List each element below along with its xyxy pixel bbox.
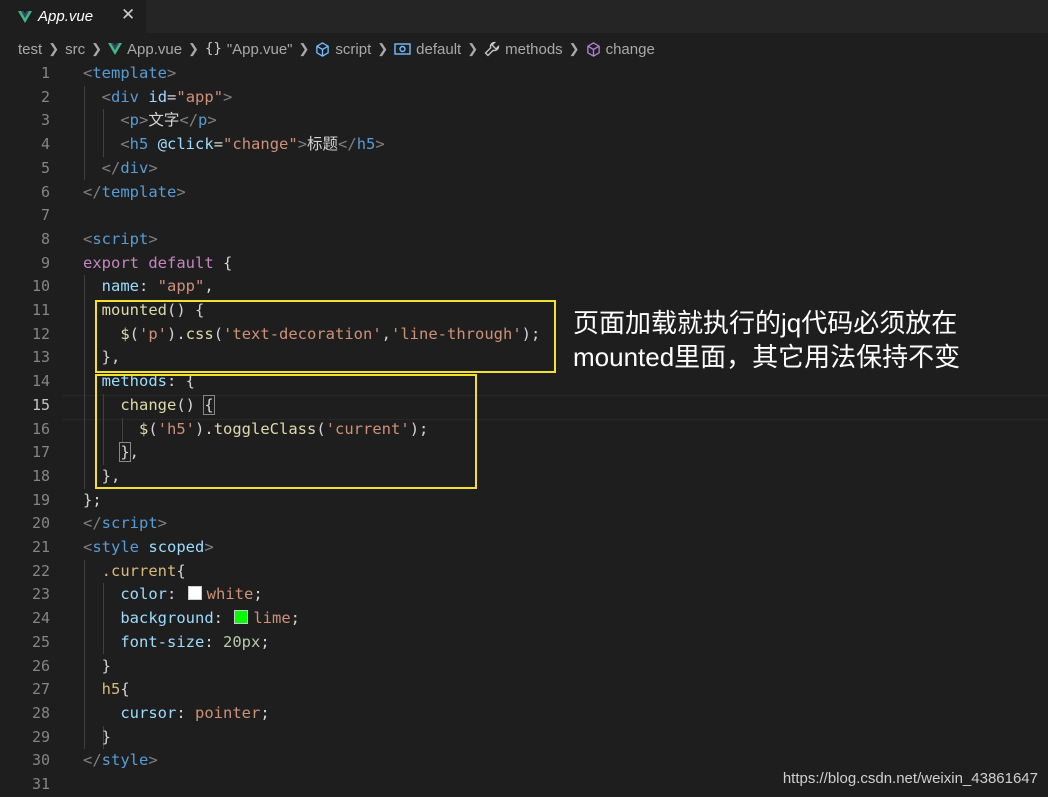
- line-number: 3: [40, 111, 50, 130]
- line-number: 29: [31, 727, 50, 746]
- line-number: 20: [31, 514, 50, 533]
- annotation-text: 页面加载就执行的jq代码必须放在 mounted里面，其它用法保持不变: [573, 306, 1003, 374]
- code-line: color: white;: [120, 585, 263, 604]
- code-line: <template>: [83, 64, 177, 82]
- line-number: 8: [40, 229, 50, 248]
- line-number: 11: [31, 301, 50, 319]
- annotation-line: mounted里面，其它用法保持不变: [573, 342, 961, 372]
- cube-icon: [586, 41, 600, 57]
- line-number: 5: [40, 158, 50, 177]
- line-number: 9: [40, 253, 50, 272]
- line-number: 18: [31, 466, 50, 485]
- code-line: };: [83, 490, 102, 509]
- annotation-line: 页面加载就执行的jq代码必须放在: [573, 308, 958, 338]
- line-number: 26: [31, 656, 50, 675]
- code-line: name: "app",: [101, 277, 214, 296]
- breadcrumb-item-app-vue-object[interactable]: {} "App.vue": [205, 41, 293, 58]
- code-line: <h5 @click="change">标题</h5>: [120, 135, 385, 154]
- breadcrumb-item-default[interactable]: default: [394, 41, 461, 58]
- breadcrumb-item-test[interactable]: test: [18, 41, 42, 58]
- vue-logo-icon: [108, 43, 122, 55]
- breadcrumb-item-change[interactable]: change: [586, 41, 655, 58]
- tab-label: App.vue: [38, 8, 94, 25]
- breadcrumb-item-methods[interactable]: methods: [484, 41, 563, 58]
- annotation-box-methods: [95, 374, 477, 489]
- code-line: font-size: 20px;: [120, 632, 270, 651]
- annotation-box-mounted: [95, 300, 556, 373]
- line-number: 28: [31, 703, 50, 722]
- line-number: 27: [31, 680, 50, 699]
- line-number: 10: [31, 277, 50, 296]
- code-line: export default {: [83, 253, 233, 272]
- object-icon: [394, 43, 411, 55]
- line-number: 7: [40, 206, 50, 225]
- line-number: 25: [31, 632, 50, 651]
- code-line: <style scoped>: [83, 538, 214, 556]
- chevron-right-icon: ❯: [467, 41, 479, 56]
- close-icon[interactable]: ✕: [121, 5, 135, 25]
- line-number: 13: [31, 348, 50, 367]
- code-line: </div>: [101, 158, 158, 177]
- chevron-right-icon: ❯: [188, 41, 199, 56]
- breadcrumb: test ❯ src ❯ App.vue ❯ {} "App.vue" ❯ sc…: [0, 38, 1048, 60]
- code-line: <div id="app">: [101, 87, 233, 106]
- code-line: }: [101, 656, 112, 675]
- watermark: https://blog.csdn.net/weixin_43861647: [782, 770, 1038, 787]
- code-line: </template>: [83, 182, 186, 201]
- code-line: </script>: [83, 514, 168, 533]
- chevron-right-icon: ❯: [377, 41, 389, 56]
- line-number: 17: [31, 443, 50, 462]
- line-number: 23: [31, 585, 50, 604]
- chevron-right-icon: ❯: [298, 41, 310, 56]
- vue-logo-icon: [18, 10, 32, 23]
- line-number: 30: [31, 751, 50, 770]
- chevron-right-icon: ❯: [568, 41, 580, 56]
- line-number: 21: [31, 538, 50, 556]
- line-number: 2: [40, 87, 50, 106]
- chevron-right-icon: ❯: [48, 41, 60, 56]
- code-line: <p>文字</p>: [120, 111, 217, 130]
- tab-app-vue[interactable]: App.vue ✕: [0, 0, 146, 33]
- breadcrumb-item-script[interactable]: script: [315, 41, 371, 58]
- breadcrumb-item-src[interactable]: src: [65, 41, 85, 58]
- color-swatch-white[interactable]: [187, 586, 202, 601]
- code-line: }: [101, 727, 112, 746]
- line-number: 19: [31, 490, 50, 509]
- line-number: 22: [31, 561, 50, 580]
- code-line: <script>: [83, 229, 158, 248]
- object-braces-icon: {}: [204, 41, 222, 57]
- line-number: 12: [31, 324, 50, 343]
- code-line: .current{: [101, 561, 186, 580]
- code-line: background: lime;: [120, 609, 300, 628]
- line-number: 16: [31, 419, 50, 438]
- wrench-icon: [484, 41, 500, 57]
- tab-bar: App.vue ✕: [0, 0, 1048, 33]
- chevron-right-icon: ❯: [91, 41, 102, 56]
- line-number: 4: [40, 135, 50, 154]
- line-number: 24: [31, 609, 50, 628]
- code-line: h5{: [101, 680, 130, 699]
- code-line: </style>: [83, 751, 158, 770]
- line-number: 31: [31, 775, 50, 793]
- color-swatch-lime[interactable]: [234, 610, 249, 625]
- breadcrumb-item-app-vue[interactable]: App.vue: [108, 41, 182, 58]
- line-number: 1: [40, 64, 50, 82]
- line-number-active: 15: [31, 395, 50, 414]
- line-number: 6: [40, 182, 50, 201]
- box-icon: [316, 41, 330, 57]
- code-line: cursor: pointer;: [120, 703, 270, 722]
- line-number: 14: [31, 372, 50, 391]
